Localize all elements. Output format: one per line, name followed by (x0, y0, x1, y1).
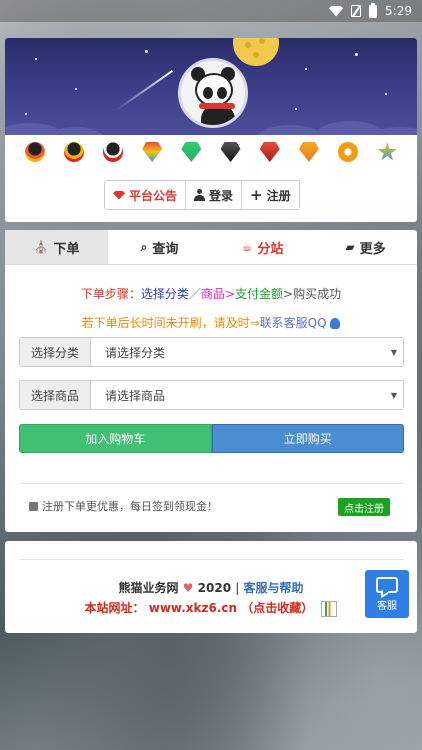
footer-copyright: 熊猫业务网 ♥ 2020 | 客服与帮助 (118, 581, 304, 595)
category-select[interactable]: 选择分类 请选择分类 ▼ (19, 337, 404, 367)
buy-now-button[interactable]: 立即购买 (211, 424, 404, 453)
heart-icon: ♥ (182, 581, 194, 595)
add-to-cart-button[interactable]: 加入购物车 (19, 424, 212, 453)
order-card: ⛪ 下单 ⌕ 查询 ☕ 分站 ▰ 更多 下单步骤：选择分类／商品>支付金额>购买… (5, 230, 417, 532)
product-select[interactable]: 选择商品 请选择商品 ▼ (19, 380, 404, 410)
diamond-icon[interactable] (220, 142, 241, 162)
status-time: 5:29 (385, 4, 412, 18)
cup-icon: ☕ (241, 240, 253, 254)
panda-avatar (178, 58, 248, 128)
header-card: 平台公告 登录 + 注册 (5, 38, 417, 222)
action-buttons: 加入购物车 立即购买 (19, 424, 404, 453)
register-promo: 注册下单更优惠，每日签到领现金！ (29, 498, 218, 514)
tab-bar: ⛪ 下单 ⌕ 查询 ☕ 分站 ▰ 更多 (5, 230, 417, 265)
header-nav: 平台公告 登录 + 注册 (104, 180, 300, 210)
signal-icon (113, 190, 125, 200)
caret-down-icon: ▼ (390, 347, 397, 357)
shooting-star (114, 69, 173, 112)
gift-icon (29, 501, 38, 511)
qq-penguin-icon[interactable] (24, 142, 45, 162)
swirl-icon[interactable] (338, 142, 359, 162)
login-button[interactable]: 登录 (186, 181, 243, 209)
product-dropdown[interactable]: 请选择商品 ▼ (91, 381, 403, 409)
divider (19, 483, 404, 484)
click-register-button[interactable]: 点击注册 (338, 498, 390, 516)
status-bar: 5:29 (0, 0, 422, 22)
qq-penguin-icon[interactable] (102, 142, 123, 162)
moon-icon (233, 38, 279, 66)
diamond-icon[interactable] (259, 142, 280, 162)
bookmark-link[interactable]: （点击收藏） (241, 601, 313, 615)
notice-button[interactable]: 平台公告 (105, 181, 187, 209)
wifi-icon (329, 5, 344, 17)
service-hint: 若下单后长时间未开刷，请及时⇒联系客服QQ (5, 314, 417, 331)
no-sim-icon (351, 5, 362, 17)
search-icon: ⌕ (140, 239, 148, 254)
user-icon (194, 189, 206, 201)
stats-icon[interactable] (321, 600, 338, 617)
tab-query[interactable]: ⌕ 查询 (108, 230, 211, 264)
banner (5, 38, 417, 135)
plus-icon: + (250, 185, 263, 204)
product-label: 选择商品 (20, 381, 91, 409)
footer-url: 本站网址： www.xkz6.cn （点击收藏） (5, 599, 417, 617)
caret-down-icon: ▼ (390, 390, 397, 400)
battery-icon (369, 2, 378, 18)
category-dropdown[interactable]: 请选择分类 ▼ (91, 338, 403, 366)
chat-icon (376, 576, 398, 593)
icon-row (5, 135, 417, 169)
star-icon[interactable] (377, 142, 397, 161)
order-steps: 下单步骤：选择分类／商品>支付金额>购买成功 (80, 287, 342, 301)
footer-card: 熊猫业务网 ♥ 2020 | 客服与帮助 本站网址： www.xkz6.cn （… (5, 541, 417, 633)
diamond-icon[interactable] (181, 142, 202, 162)
contact-qq-link[interactable]: 联系客服QQ (260, 316, 327, 330)
divider (19, 559, 404, 560)
bag-icon: ⛪ (33, 240, 49, 254)
category-label: 选择分类 (20, 338, 91, 366)
help-link[interactable]: 客服与帮助 (243, 581, 303, 595)
customer-service-button[interactable]: 客服 (365, 570, 409, 618)
tab-more[interactable]: ▰ 更多 (314, 230, 417, 264)
diamond-icon[interactable] (142, 142, 163, 162)
qq-icon (330, 318, 341, 329)
tab-order[interactable]: ⛪ 下单 (5, 230, 108, 264)
register-button[interactable]: + 注册 (242, 181, 299, 209)
folder-icon: ▰ (345, 240, 355, 254)
diamond-icon[interactable] (298, 142, 319, 162)
qq-penguin-icon[interactable] (63, 142, 84, 162)
tab-substation[interactable]: ☕ 分站 (211, 230, 314, 264)
site-url[interactable]: www.xkz6.cn (149, 601, 237, 615)
